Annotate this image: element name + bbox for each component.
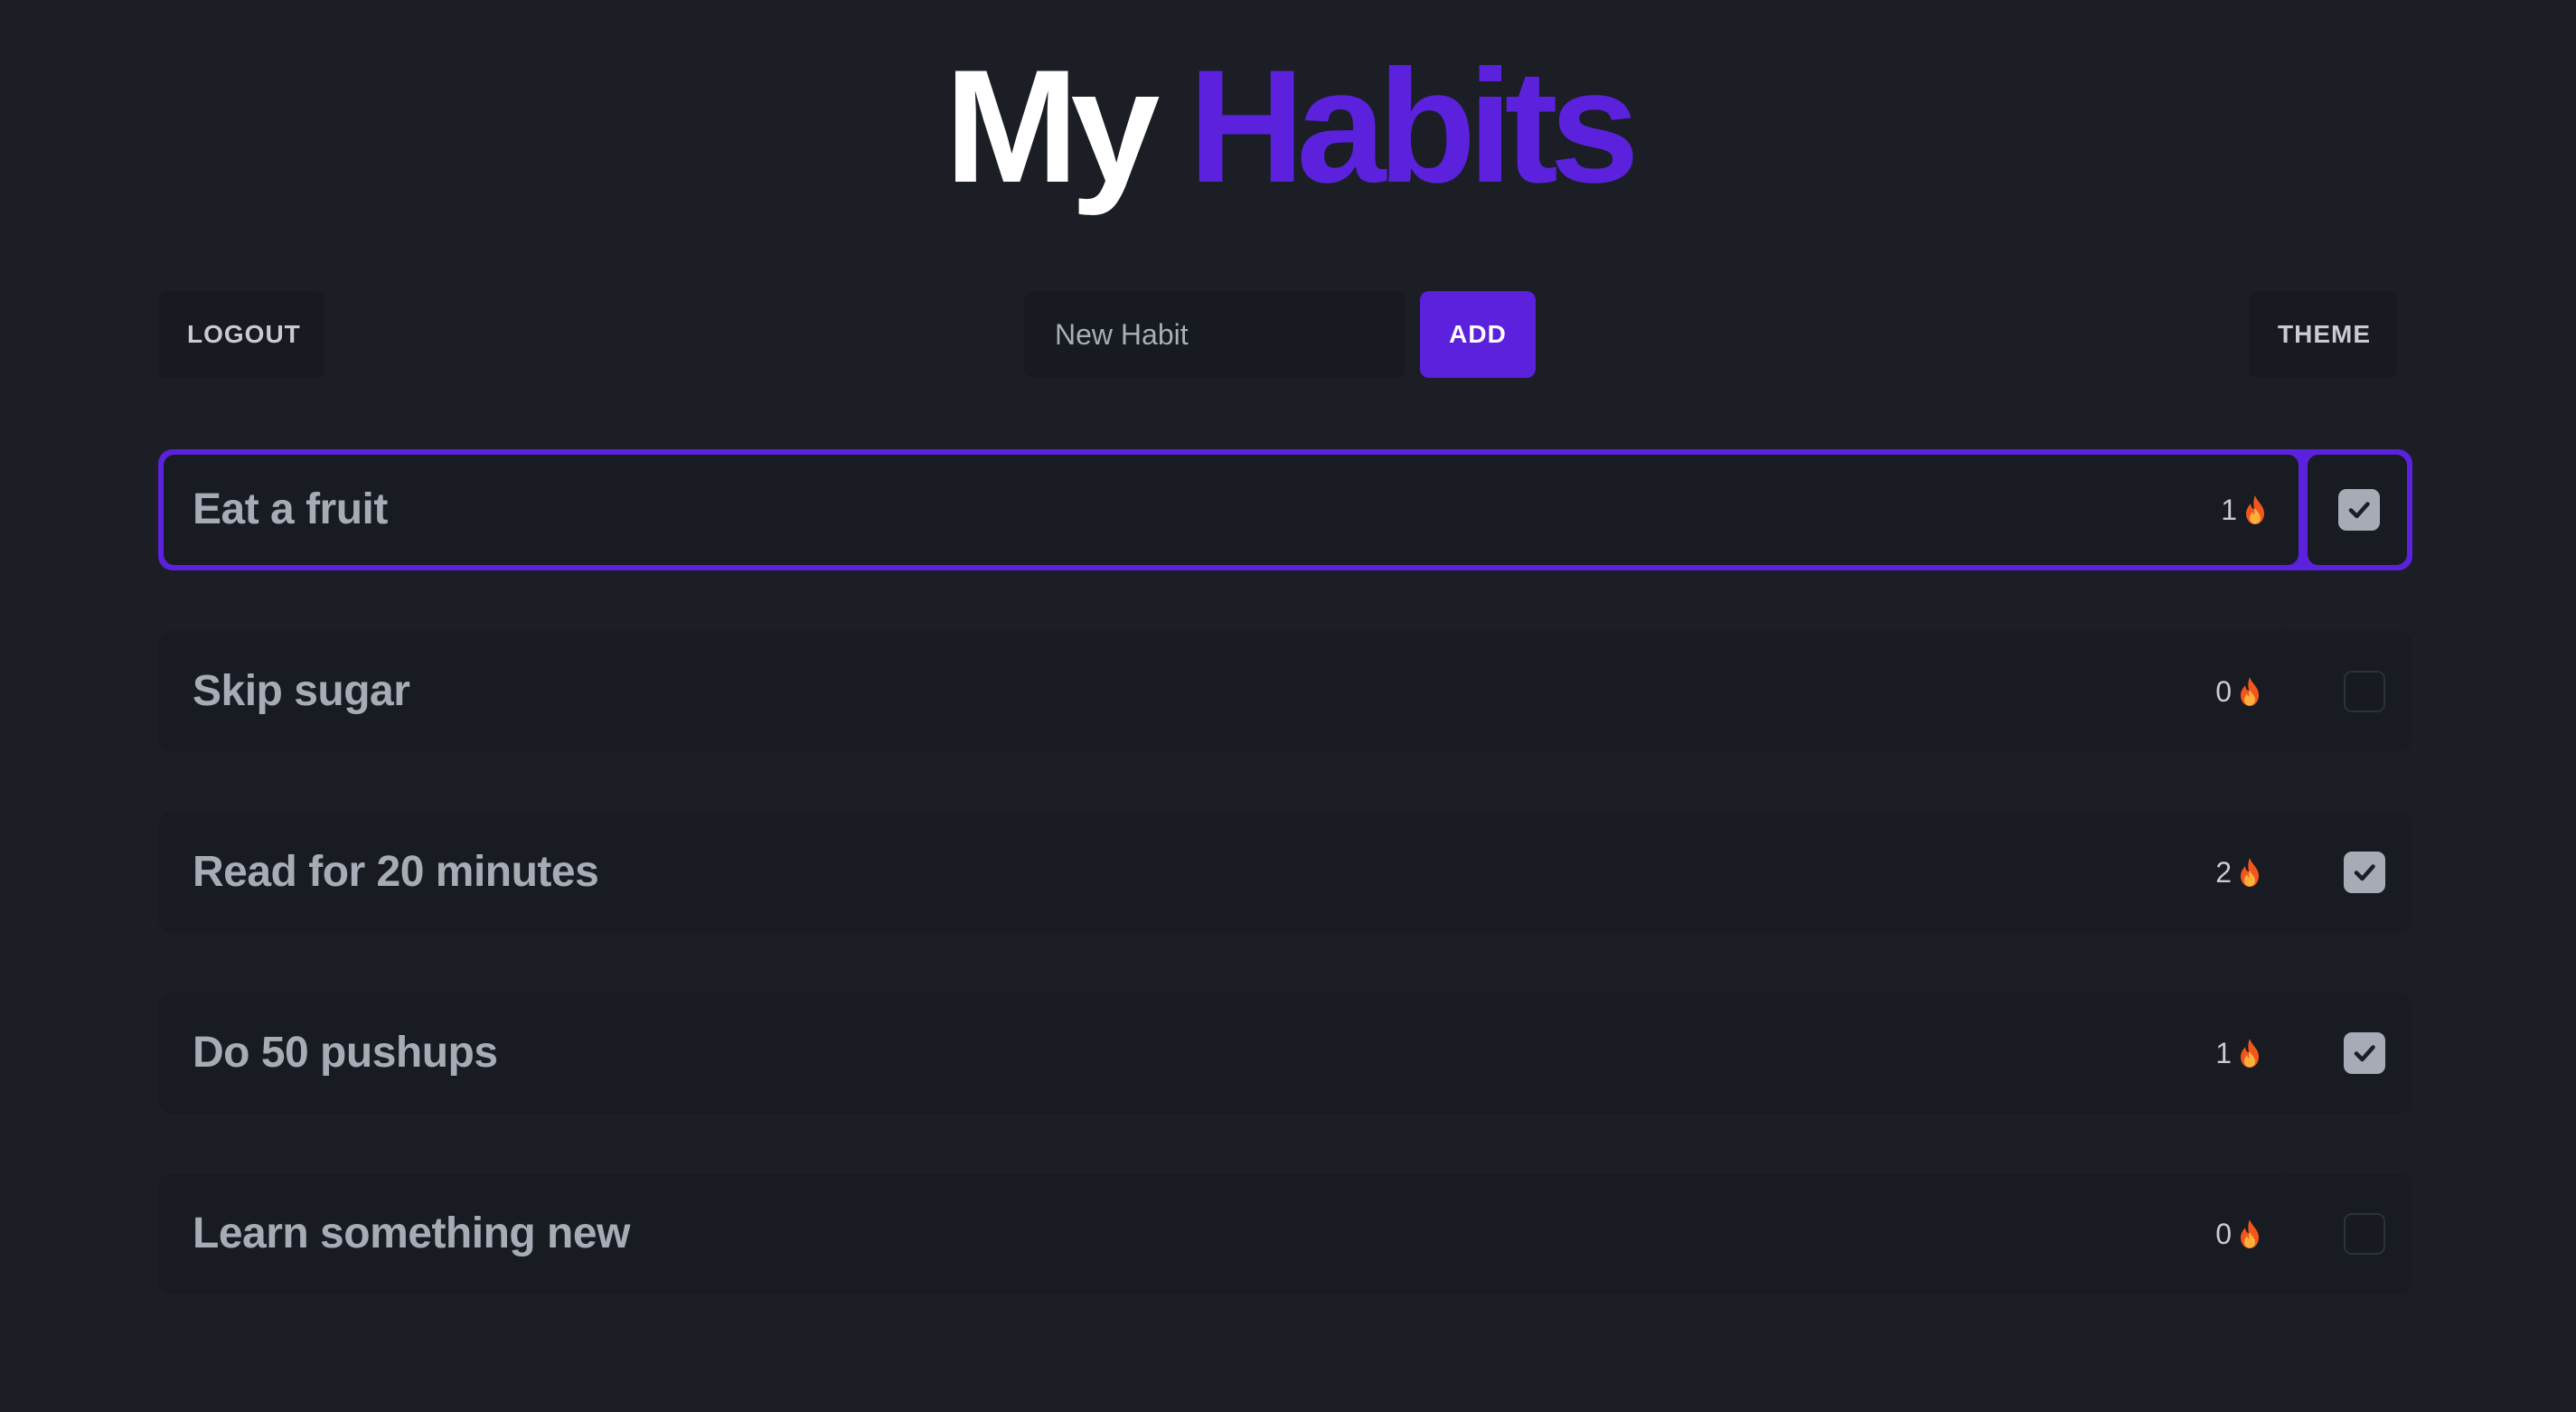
habit-checkbox[interactable]	[2344, 1032, 2385, 1074]
habit-name: Do 50 pushups	[193, 1029, 498, 1077]
new-habit-input[interactable]	[1024, 291, 1406, 378]
check-icon	[2348, 502, 2370, 519]
streak-counter: 0	[2215, 631, 2262, 752]
add-habit-button[interactable]: ADD	[1420, 291, 1536, 378]
streak-counter: 1	[2215, 993, 2262, 1114]
streak-counter: 1	[2221, 455, 2268, 565]
page-title: My Habits	[0, 36, 2576, 217]
habit-name: Read for 20 minutes	[193, 848, 599, 896]
logout-button[interactable]: LOGOUT	[158, 291, 324, 378]
habit-card[interactable]: Eat a fruit 1	[164, 455, 2299, 565]
fire-icon	[2241, 858, 2259, 887]
streak-count: 1	[2215, 1037, 2232, 1069]
habit-check-area	[2308, 1173, 2412, 1294]
title-word-my: My	[945, 36, 1160, 216]
streak-count: 2	[2215, 856, 2232, 889]
fire-icon	[2241, 1219, 2259, 1248]
theme-button[interactable]: THEME	[2249, 291, 2397, 378]
streak-counter: 0	[2215, 1173, 2262, 1294]
habit-row[interactable]: Read for 20 minutes 2	[158, 812, 2412, 933]
streak-count: 0	[2215, 675, 2232, 708]
fire-icon	[2246, 495, 2264, 524]
habit-name: Skip sugar	[193, 667, 410, 715]
streak-count: 1	[2221, 494, 2237, 526]
habit-row[interactable]: Learn something new 0	[158, 1173, 2412, 1294]
habit-row[interactable]: Do 50 pushups 1	[158, 993, 2412, 1114]
habit-row[interactable]: Skip sugar 0	[158, 631, 2412, 752]
check-icon	[2354, 864, 2375, 881]
fire-icon	[2241, 1039, 2259, 1068]
habit-checkbox[interactable]	[2344, 671, 2385, 712]
habit-checkbox[interactable]	[2344, 1213, 2385, 1255]
habit-check-area	[2308, 812, 2412, 933]
fire-icon	[2241, 677, 2259, 706]
habit-checkbox[interactable]	[2338, 489, 2380, 531]
habit-card[interactable]: Skip sugar 0	[158, 631, 2299, 752]
title-word-habits: Habits	[1188, 36, 1640, 216]
habit-card[interactable]: Do 50 pushups 1	[158, 993, 2299, 1114]
habit-name: Eat a fruit	[193, 485, 388, 533]
habit-check-area	[2308, 993, 2412, 1114]
streak-counter: 2	[2215, 812, 2262, 933]
habit-card[interactable]: Read for 20 minutes 2	[158, 812, 2299, 933]
habit-row[interactable]: Eat a fruit 1	[158, 449, 2412, 570]
habit-name: Learn something new	[193, 1210, 630, 1257]
habit-check-area	[2308, 631, 2412, 752]
habit-check-area	[2308, 455, 2407, 565]
streak-count: 0	[2215, 1218, 2232, 1250]
habit-checkbox[interactable]	[2344, 852, 2385, 893]
check-icon	[2354, 1045, 2375, 1062]
habit-card[interactable]: Learn something new 0	[158, 1173, 2299, 1294]
